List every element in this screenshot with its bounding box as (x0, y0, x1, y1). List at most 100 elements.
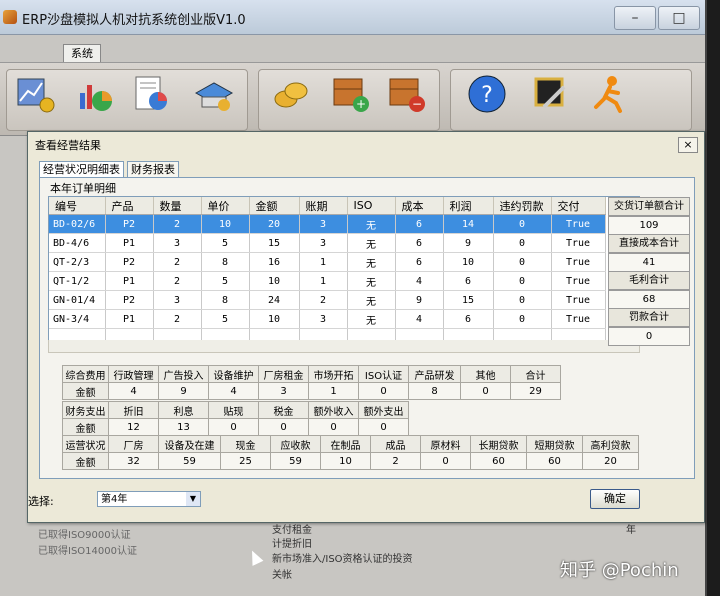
table-cell: 4 (395, 271, 444, 291)
summary-header-cell: 额外收入 (308, 401, 359, 419)
printer-icon[interactable] (192, 73, 234, 115)
finance-table: 财务支出 折旧 利息 贴现 税金 额外收入 额外支出 金额 12 13 0 0 0 0 (62, 401, 409, 436)
table-cell: 无 (347, 290, 396, 310)
chevron-down-icon[interactable]: ▼ (186, 492, 200, 506)
grid-header-cell[interactable]: 违约罚款 (493, 197, 552, 215)
grid-header-cell[interactable]: 编号 (49, 197, 106, 215)
summary-row-label: 金额 (62, 382, 109, 400)
log-text: 计提折旧 (272, 539, 312, 550)
summary-header-cell: 设备及在建 (158, 435, 221, 453)
minimize-button[interactable]: – (614, 6, 656, 30)
grid-header-cell[interactable]: 成本 (395, 197, 444, 215)
coins-icon[interactable] (270, 73, 312, 115)
table-cell: BD-02/6 (49, 214, 106, 234)
log-text: 已取得ISO9000认证 (38, 530, 131, 541)
table-cell: 0 (493, 309, 552, 329)
exit-runner-icon[interactable] (588, 73, 630, 115)
table-cell: True (551, 252, 606, 272)
log-text: 已取得ISO14000认证 (38, 546, 137, 557)
help-icon[interactable]: ? (466, 73, 508, 115)
section-label: 本年订单明细 (50, 182, 116, 195)
summary-header-cell: 短期贷款 (526, 435, 583, 453)
tools-icon[interactable] (530, 73, 572, 115)
summary-value-cell: 0 (358, 418, 409, 436)
summary-value-cell: 10 (320, 452, 371, 470)
year-select[interactable]: 第4年 ▼ (97, 491, 201, 507)
total-label: 交货订单额合计 (608, 197, 690, 216)
summary-header-cell: 利息 (158, 401, 209, 419)
summary-value-cell: 4 (208, 382, 259, 400)
summary-header-cell: 在制品 (320, 435, 371, 453)
table-cell: 1 (299, 271, 348, 291)
table-cell: P1 (105, 233, 154, 253)
title-bar: ERP沙盘模拟人机对抗系统创业版V1.0 – □ (0, 0, 705, 35)
table-cell: 16 (249, 252, 300, 272)
grid-header-cell[interactable]: 产品 (105, 197, 154, 215)
table-cell: 10 (249, 271, 300, 291)
maximize-button[interactable]: □ (658, 6, 700, 30)
table-row[interactable]: GN-3/4 P1 2 5 10 3 无 4 6 0 True (49, 309, 606, 329)
table-cell: QT-1/2 (49, 271, 106, 291)
order-grid[interactable]: 编号 产品 数量 单价 金额 账期 ISO 成本 利润 违约罚款 交付 BD-02/6 P2 2 10 20… (48, 196, 640, 342)
menu-tab-system[interactable]: 系统 (63, 44, 101, 63)
table-cell: 3 (299, 214, 348, 234)
table-row[interactable]: BD-4/6 P1 3 5 15 3 无 6 9 0 True (49, 233, 606, 253)
table-row[interactable]: QT-2/3 P2 2 8 16 1 无 6 10 0 True (49, 252, 606, 272)
summary-header-cell: 厂房 (108, 435, 159, 453)
summary-header-cell: 厂房租金 (258, 365, 309, 383)
summary-value-cell: 59 (270, 452, 321, 470)
horizontal-scrollbar[interactable] (48, 340, 640, 353)
grid-header-cell[interactable]: ISO (347, 197, 396, 215)
total-label: 毛利合计 (608, 271, 690, 290)
chart-coins-icon[interactable] (14, 73, 56, 115)
summary-header-cell: 设备维护 (208, 365, 259, 383)
table-cell: 10 (201, 214, 250, 234)
total-value: 41 (608, 253, 690, 272)
summary-value-cell: 60 (526, 452, 583, 470)
summary-header-cell: 原材料 (420, 435, 471, 453)
table-cell: P1 (105, 271, 154, 291)
table-cell: 6 (395, 233, 444, 253)
grid-header-cell[interactable]: 单价 (201, 197, 250, 215)
summary-value-cell: 29 (510, 382, 561, 400)
app-title: ERP沙盘模拟人机对抗系统创业版V1.0 (22, 13, 246, 28)
close-button[interactable]: × (678, 137, 698, 153)
table-cell: 无 (347, 252, 396, 272)
grid-header-cell[interactable]: 金额 (249, 197, 300, 215)
table-cell: 20 (249, 214, 300, 234)
summary-value-cell: 32 (108, 452, 159, 470)
summary-value-cell: 8 (408, 382, 461, 400)
select-label: 选择: (28, 495, 54, 508)
table-row[interactable]: QT-1/2 P1 2 5 10 1 无 4 6 0 True (49, 271, 606, 291)
ok-button[interactable]: 确定 (590, 489, 640, 509)
summary-value-cell: 59 (158, 452, 221, 470)
tab-financial-report[interactable]: 财务报表 (127, 161, 179, 177)
total-value: 68 (608, 290, 690, 309)
pie-chart-icon[interactable] (74, 73, 116, 115)
report-pie-icon[interactable] (130, 73, 172, 115)
total-label: 罚款合计 (608, 308, 690, 327)
table-cell: 15 (249, 233, 300, 253)
grid-header-cell[interactable]: 交付 (551, 197, 606, 215)
summary-header-cell: 现金 (220, 435, 271, 453)
grid-header-cell[interactable]: 利润 (443, 197, 494, 215)
table-cell: 5 (201, 309, 250, 329)
table-row[interactable]: GN-01/4 P2 3 8 24 2 无 9 15 0 True (49, 290, 606, 310)
summary-value-cell: 0 (420, 452, 471, 470)
log-text: 年 (626, 525, 636, 536)
table-cell: 2 (153, 214, 202, 234)
tab-operations-detail[interactable]: 经营状况明细表 (39, 161, 124, 178)
table-row[interactable]: BD-02/6 P2 2 10 20 3 无 6 14 0 True (49, 214, 606, 234)
summary-header-cell: 运营状况 (62, 435, 109, 453)
table-cell: GN-01/4 (49, 290, 106, 310)
add-box-icon[interactable]: + (330, 73, 372, 115)
remove-box-icon[interactable]: − (386, 73, 428, 115)
table-cell: 10 (443, 252, 494, 272)
watermark: 知乎 @Pochin (560, 560, 679, 581)
grid-header-cell[interactable]: 数量 (153, 197, 202, 215)
table-cell: GN-3/4 (49, 309, 106, 329)
grid-header-cell[interactable]: 账期 (299, 197, 348, 215)
table-cell: True (551, 233, 606, 253)
table-cell: 2 (153, 309, 202, 329)
summary-header-cell: 市场开拓 (308, 365, 359, 383)
